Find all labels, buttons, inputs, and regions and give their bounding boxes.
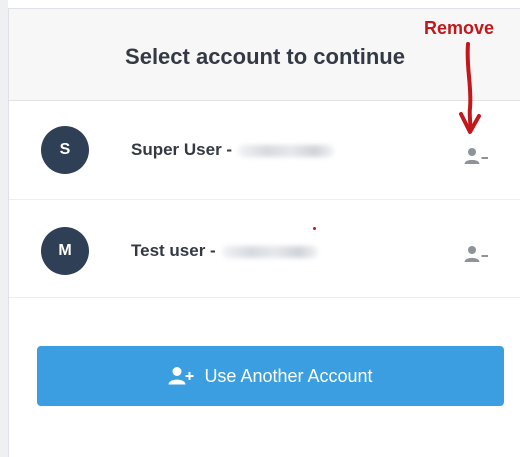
- remove-annotation-label: Remove: [424, 18, 495, 38]
- redacted-account-id: [238, 144, 335, 157]
- user-minus-icon: [464, 246, 488, 262]
- user-plus-icon: [168, 367, 194, 385]
- annotation-mark: [313, 227, 316, 230]
- annotation-arrow: [459, 42, 481, 134]
- use-another-account-button[interactable]: Use Another Account: [37, 346, 504, 406]
- use-another-account-label: Use Another Account: [204, 365, 373, 386]
- account-name: Test user -: [131, 241, 318, 261]
- avatar: S: [41, 126, 89, 174]
- avatar: M: [41, 227, 89, 275]
- redacted-account-id: [221, 245, 318, 258]
- account-picker-page: Select account to continue S Super User …: [0, 0, 520, 457]
- account-row-test-user[interactable]: M Test user -: [9, 200, 520, 298]
- page-title: Select account to continue: [125, 44, 405, 69]
- account-name-label: Test user -: [131, 241, 216, 260]
- user-minus-icon: [464, 148, 488, 164]
- account-select-card: Select account to continue S Super User …: [8, 8, 520, 457]
- account-row-super-user[interactable]: S Super User -: [9, 102, 520, 200]
- remove-account-button[interactable]: [463, 146, 489, 168]
- left-edge-strip: [0, 0, 8, 457]
- account-name-label: Super User -: [131, 140, 233, 159]
- remove-account-button[interactable]: [463, 244, 489, 266]
- account-name: Super User -: [131, 140, 335, 160]
